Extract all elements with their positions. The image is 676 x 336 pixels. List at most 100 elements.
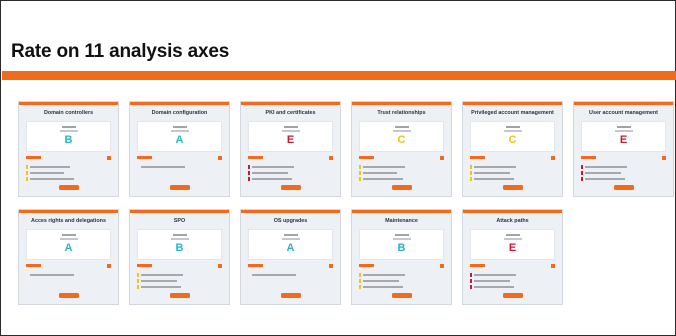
finding-row	[26, 165, 111, 169]
severity-marker	[248, 171, 250, 175]
finding-text-line	[251, 172, 288, 174]
axis-grade: C	[508, 134, 517, 146]
axis-title: Acces rights and delegations	[31, 218, 106, 224]
card-accent-bar	[352, 102, 451, 105]
details-button[interactable]	[280, 293, 301, 298]
finding-text-line	[29, 274, 74, 276]
analysis-axes-grid: Domain controllers B Domain configuratio…	[18, 101, 674, 305]
findings-list	[470, 165, 555, 181]
finding-text-line	[140, 286, 181, 288]
axis-card[interactable]: Attack paths E	[462, 209, 563, 305]
severity-marker	[359, 165, 361, 169]
finding-row	[470, 177, 555, 181]
severity-marker	[470, 285, 472, 289]
axis-card[interactable]: Acces rights and delegations A	[18, 209, 119, 305]
finding-text-line	[140, 280, 177, 282]
axis-card[interactable]: Maintenance B	[351, 209, 452, 305]
findings-list	[26, 165, 111, 181]
axis-card[interactable]: Privileged account management C	[462, 101, 563, 197]
details-button[interactable]	[58, 185, 79, 190]
status-indicator	[359, 264, 374, 267]
axis-card[interactable]: User account management E	[573, 101, 674, 197]
finding-row	[137, 285, 222, 289]
severity-marker	[26, 165, 28, 169]
status-indicator	[470, 156, 485, 159]
details-button[interactable]	[391, 293, 412, 298]
finding-row	[248, 171, 333, 175]
finding-row	[137, 273, 222, 277]
severity-marker	[248, 165, 250, 169]
finding-text-line	[362, 166, 405, 168]
details-button[interactable]	[280, 185, 301, 190]
finding-text-line	[473, 280, 510, 282]
status-flag-icon	[107, 264, 111, 268]
findings-list	[137, 273, 222, 289]
severity-marker	[359, 177, 361, 181]
finding-text-line	[362, 274, 405, 276]
axis-card[interactable]: Trust relationships C	[351, 101, 452, 197]
finding-row	[470, 279, 555, 283]
score-box: A	[248, 229, 333, 260]
axis-card[interactable]: Domain controllers B	[18, 101, 119, 197]
finding-row	[26, 177, 111, 181]
axis-title: Attack paths	[496, 218, 529, 224]
finding-row	[581, 165, 666, 169]
axis-title: Domain configuration	[151, 110, 208, 116]
finding-row	[359, 279, 444, 283]
severity-marker	[359, 273, 361, 277]
status-row	[248, 264, 333, 268]
details-button[interactable]	[613, 185, 634, 190]
finding-row	[581, 171, 666, 175]
score-box: B	[26, 121, 111, 152]
severity-marker	[137, 273, 139, 277]
status-row	[359, 264, 444, 268]
axis-grade: C	[397, 134, 406, 146]
finding-text-line	[29, 172, 64, 174]
axis-card[interactable]: SPO B	[129, 209, 230, 305]
finding-text-line	[584, 178, 625, 180]
card-accent-bar	[352, 210, 451, 213]
finding-row	[470, 285, 555, 289]
finding-row	[581, 177, 666, 181]
axis-card[interactable]: Domain configuration A	[129, 101, 230, 197]
score-caption-lines	[27, 122, 110, 132]
findings-list	[248, 273, 333, 277]
score-box: A	[26, 229, 111, 260]
score-box: E	[470, 229, 555, 260]
axis-title: Domain controllers	[43, 110, 94, 116]
details-button[interactable]	[169, 185, 190, 190]
axis-title: Trust relationships	[377, 110, 426, 116]
details-button[interactable]	[169, 293, 190, 298]
status-flag-icon	[329, 156, 333, 160]
finding-row	[137, 165, 222, 169]
findings-list	[359, 165, 444, 181]
axis-title: SPO	[173, 218, 186, 224]
status-row	[470, 264, 555, 268]
finding-row	[359, 285, 444, 289]
axis-title: PKI and certificates	[265, 110, 316, 116]
severity-marker	[26, 177, 28, 181]
details-button[interactable]	[58, 293, 79, 298]
score-caption-lines	[360, 122, 443, 132]
details-button[interactable]	[502, 185, 523, 190]
details-button[interactable]	[391, 185, 412, 190]
score-box: C	[470, 121, 555, 152]
axis-title: Maintenance	[385, 218, 418, 224]
findings-list	[26, 273, 111, 277]
card-accent-bar	[574, 102, 673, 105]
status-flag-icon	[662, 156, 666, 160]
axis-card[interactable]: PKI and certificates E	[240, 101, 341, 197]
finding-row	[26, 171, 111, 175]
finding-text-line	[473, 286, 514, 288]
status-indicator	[248, 264, 263, 267]
axis-card[interactable]: OS upgrades A	[240, 209, 341, 305]
score-box: A	[137, 121, 222, 152]
details-button[interactable]	[502, 293, 523, 298]
findings-list	[470, 273, 555, 289]
status-row	[581, 156, 666, 160]
finding-text-line	[29, 166, 70, 168]
findings-list	[359, 273, 444, 289]
status-row	[137, 264, 222, 268]
axis-grade: B	[64, 134, 73, 146]
status-indicator	[470, 264, 485, 267]
